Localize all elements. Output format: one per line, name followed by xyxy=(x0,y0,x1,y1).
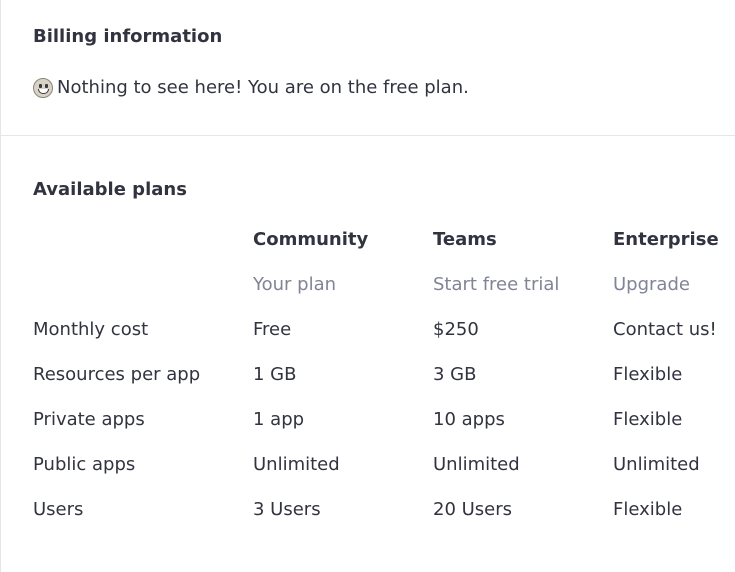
billing-message: Nothing to see here! You are on the free… xyxy=(33,77,469,98)
teams-resources: 3 GB xyxy=(433,364,477,385)
row-label-users: Users xyxy=(33,499,84,520)
teams-public-apps: Unlimited xyxy=(433,454,520,475)
billing-panel: Billing information Nothing to see here!… xyxy=(0,0,735,572)
row-label-public-apps: Public apps xyxy=(33,454,136,475)
plan-name-teams: Teams xyxy=(433,229,497,250)
community-public-apps: Unlimited xyxy=(253,454,340,475)
billing-message-text: Nothing to see here! You are on the free… xyxy=(57,77,469,98)
upgrade-link[interactable]: Upgrade xyxy=(613,274,690,295)
plans-heading: Available plans xyxy=(33,179,187,200)
teams-monthly-cost: $250 xyxy=(433,319,479,340)
teams-users: 20 Users xyxy=(433,499,513,520)
community-resources: 1 GB xyxy=(253,364,297,385)
current-plan-label: Your plan xyxy=(253,274,337,295)
row-label-resources-per-app: Resources per app xyxy=(33,364,201,385)
community-monthly-cost: Free xyxy=(253,319,292,340)
teams-private-apps: 10 apps xyxy=(433,409,505,430)
start-free-trial-link[interactable]: Start free trial xyxy=(433,274,559,295)
row-label-private-apps: Private apps xyxy=(33,409,145,430)
community-users: 3 Users xyxy=(253,499,321,520)
billing-heading: Billing information xyxy=(33,26,223,47)
enterprise-public-apps: Unlimited xyxy=(613,454,700,475)
billing-section: Billing information Nothing to see here!… xyxy=(1,0,735,136)
enterprise-private-apps: Flexible xyxy=(613,409,683,430)
grinning-face-icon xyxy=(33,77,53,98)
enterprise-monthly-cost: Contact us! xyxy=(613,319,717,340)
row-label-monthly-cost: Monthly cost xyxy=(33,319,149,340)
enterprise-resources: Flexible xyxy=(613,364,683,385)
enterprise-users: Flexible xyxy=(613,499,683,520)
plan-name-community: Community xyxy=(253,229,369,250)
community-private-apps: 1 app xyxy=(253,409,305,430)
plan-name-enterprise: Enterprise xyxy=(613,229,719,250)
